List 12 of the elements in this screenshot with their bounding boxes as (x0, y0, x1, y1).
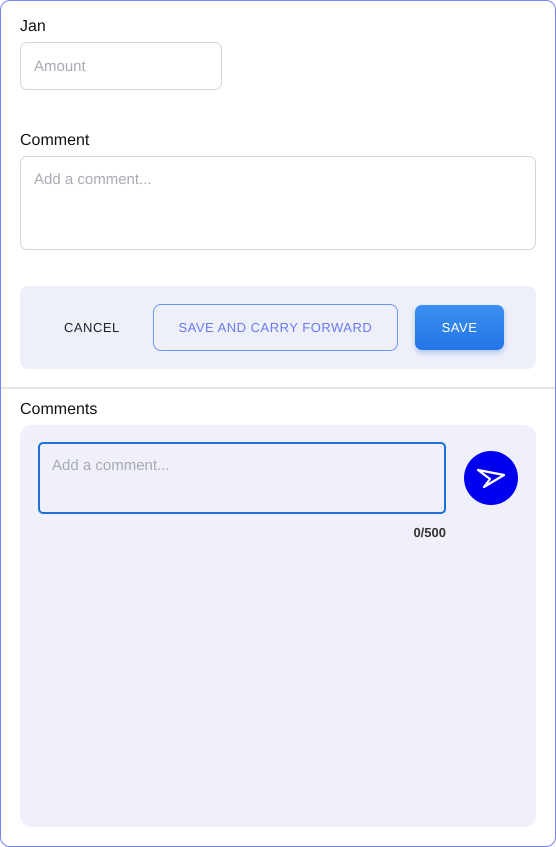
character-counter: 0/500 (412, 525, 446, 540)
comment-input[interactable]: Add a comment... (38, 442, 446, 514)
save-button[interactable]: SAVE (415, 305, 504, 350)
comment-field[interactable]: Add a comment... (20, 156, 536, 250)
send-icon (476, 467, 506, 489)
section-title: Comments (20, 400, 98, 420)
save-and-carry-forward-button[interactable]: SAVE AND CARRY FORWARD (152, 304, 398, 351)
field-label: Comment (20, 131, 90, 151)
cancel-button[interactable]: CANCEL (48, 310, 136, 345)
amount-field[interactable]: Amount (20, 42, 222, 90)
field-label: Jan (20, 17, 47, 37)
send-button[interactable] (464, 451, 518, 505)
